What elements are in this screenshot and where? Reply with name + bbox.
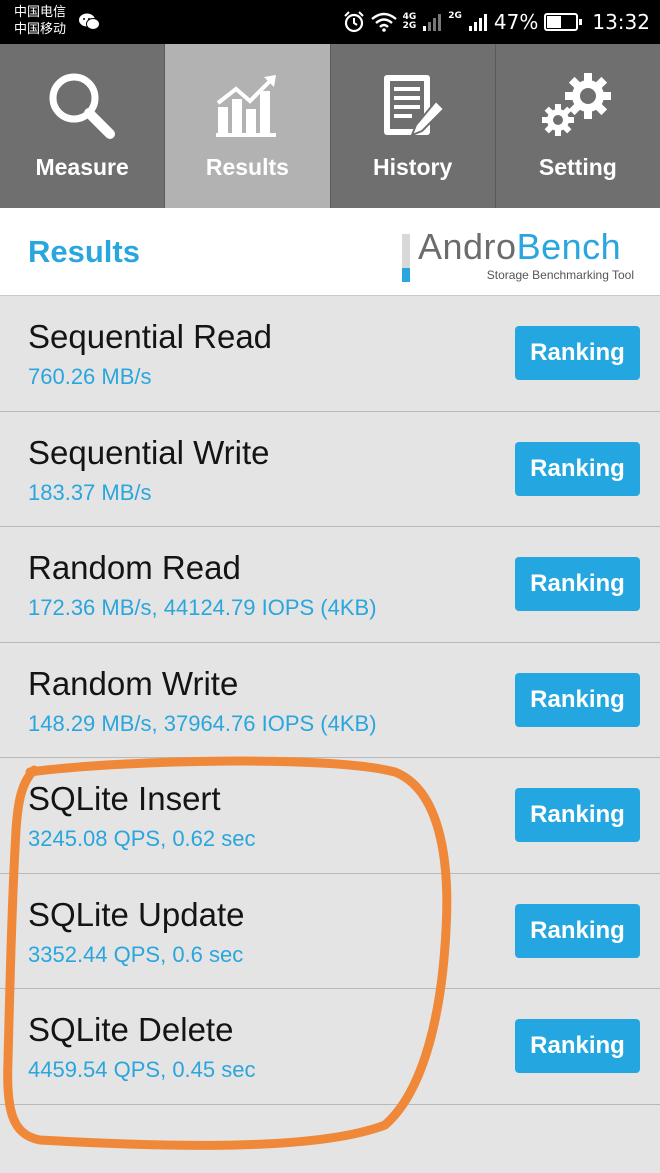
- logo-tagline: Storage Benchmarking Tool: [486, 268, 634, 282]
- gear-icon: [541, 73, 611, 136]
- result-value: 4459.54 QPS, 0.45 sec: [28, 1057, 256, 1082]
- network-type-2: 2G: [448, 11, 462, 21]
- result-name: SQLite Insert: [28, 780, 221, 817]
- result-name: Sequential Read: [28, 318, 273, 355]
- result-row-sequential-write: Sequential Write 183.37 MB/s Ranking: [0, 411, 660, 527]
- result-row-sqlite-update: SQLite Update 3352.44 QPS, 0.6 sec Ranki…: [0, 873, 660, 989]
- result-value: 3245.08 QPS, 0.62 sec: [28, 826, 256, 851]
- results-header: Results AndroBench Storage Benchmarking …: [0, 208, 660, 296]
- search-icon: [49, 73, 116, 139]
- battery-icon: [544, 13, 583, 31]
- ranking-button[interactable]: Ranking: [515, 557, 640, 611]
- ranking-button[interactable]: Ranking: [515, 903, 640, 958]
- result-name: Random Read: [28, 549, 241, 586]
- ranking-button[interactable]: Ranking: [515, 672, 640, 727]
- carrier-1-label: 中国电信: [14, 5, 67, 20]
- result-name: Random Write: [28, 664, 239, 702]
- tab-history-label: History: [373, 154, 453, 180]
- result-value: 183.37 MB/s: [28, 479, 152, 505]
- logo-bench-text: Bench: [516, 226, 622, 267]
- result-row-sqlite-delete: SQLite Delete 4459.54 QPS, 0.45 sec Rank…: [0, 989, 660, 1105]
- carrier-2-label: 中国移动: [14, 22, 67, 37]
- result-value: 760.26 MB/s: [28, 364, 152, 389]
- result-value: 3352.44 QPS, 0.6 sec: [28, 941, 244, 967]
- ranking-button[interactable]: Ranking: [515, 441, 640, 496]
- alarm-clock-icon: [343, 11, 364, 33]
- ranking-button[interactable]: Ranking: [515, 1019, 640, 1073]
- wifi-icon: [370, 12, 397, 32]
- tab-results[interactable]: Results: [165, 44, 331, 208]
- tab-history[interactable]: History: [330, 44, 496, 208]
- status-icons: 4G 2G 2G 47% 13:32: [343, 0, 650, 44]
- wechat-icon: [79, 13, 100, 30]
- result-row-sqlite-insert: SQLite Insert 3245.08 QPS, 0.62 sec Rank…: [0, 758, 660, 874]
- main-tab-bar: Measure Results History Setting: [0, 44, 660, 208]
- tab-results-label: Results: [205, 154, 289, 180]
- result-name: Sequential Write: [28, 433, 270, 471]
- clock-time: 13:32: [592, 10, 650, 34]
- ranking-button[interactable]: Ranking: [515, 326, 640, 380]
- logo-bar-icon: [402, 234, 410, 282]
- tab-measure-label: Measure: [35, 154, 129, 180]
- page-title: Results: [28, 234, 140, 269]
- tab-setting[interactable]: Setting: [495, 44, 660, 208]
- androbench-logo: AndroBench Storage Benchmarking Tool: [402, 226, 634, 284]
- result-name: SQLite Delete: [28, 1011, 234, 1048]
- document-edit-icon: [383, 75, 446, 137]
- status-bar: 中国电信 中国移动 4G 2G 2G 47% 13:32: [0, 0, 660, 44]
- tab-measure[interactable]: Measure: [0, 44, 166, 208]
- chart-icon: [216, 75, 277, 137]
- battery-percent: 47%: [493, 10, 539, 34]
- carrier-info: 中国电信 中国移动: [14, 4, 66, 38]
- result-row-sequential-read: Sequential Read 760.26 MB/s Ranking: [0, 296, 660, 412]
- network-type-1: 4G 2G: [402, 12, 417, 31]
- result-row-random-write: Random Write 148.29 MB/s, 37964.76 IOPS …: [0, 642, 660, 758]
- result-row-random-read: Random Read 172.36 MB/s, 44124.79 IOPS (…: [0, 527, 660, 643]
- result-value: 148.29 MB/s, 37964.76 IOPS (4KB): [28, 710, 377, 736]
- result-name: SQLite Update: [28, 895, 245, 933]
- signal-strength-icon-2: [468, 14, 487, 31]
- battery-level: [547, 16, 561, 28]
- logo-andro-text: Andro: [418, 226, 517, 267]
- result-value: 172.36 MB/s, 44124.79 IOPS (4KB): [28, 595, 377, 620]
- signal-strength-icon: [423, 14, 442, 31]
- results-list: Sequential Read 760.26 MB/s Ranking Sequ…: [0, 296, 660, 1105]
- tab-setting-label: Setting: [538, 154, 617, 180]
- ranking-button[interactable]: Ranking: [515, 788, 640, 842]
